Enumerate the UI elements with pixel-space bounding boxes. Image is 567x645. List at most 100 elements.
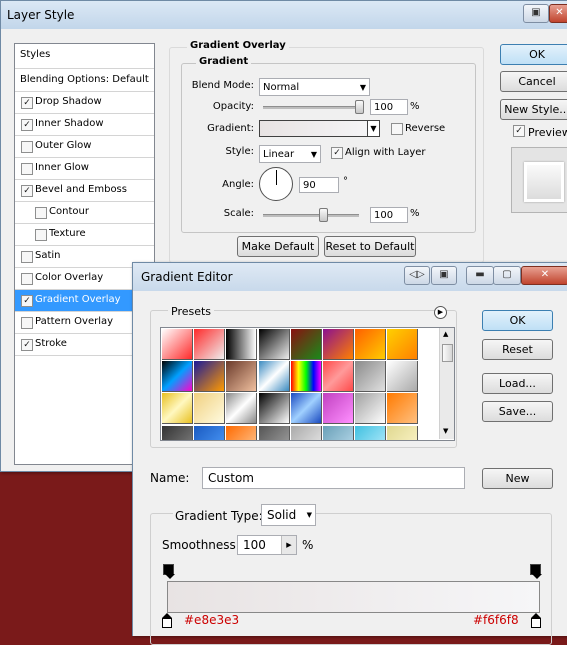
color-stop-left[interactable] <box>162 613 172 628</box>
style-item[interactable]: Texture <box>15 224 154 246</box>
preset-swatch[interactable] <box>323 361 354 393</box>
close-icon[interactable]: ✕ <box>549 4 567 23</box>
preset-swatch[interactable] <box>162 425 193 440</box>
style-item[interactable]: Outer Glow <box>15 136 154 158</box>
preset-swatch[interactable] <box>355 393 387 425</box>
preset-swatch[interactable] <box>387 329 419 360</box>
window-options-icon[interactable]: ▣ <box>523 4 549 23</box>
preset-swatch[interactable] <box>290 361 322 393</box>
preview-checkbox[interactable]: ✓ <box>513 125 525 137</box>
new-style-button[interactable]: New Style... <box>500 99 567 120</box>
style-item[interactable]: ✓ Inner Shadow <box>15 114 154 136</box>
preset-swatch[interactable] <box>226 329 258 360</box>
preset-swatch[interactable] <box>194 425 226 440</box>
styles-header[interactable]: Styles <box>15 44 154 69</box>
gradient-picker[interactable]: ▼ <box>259 120 380 137</box>
cancel-button[interactable]: Cancel <box>500 71 567 92</box>
style-item[interactable]: ✓ Bevel and Emboss <box>15 180 154 202</box>
preset-swatch[interactable] <box>323 329 354 360</box>
minimize-icon[interactable]: ▬ <box>466 266 494 285</box>
style-item[interactable]: ✓ Drop Shadow <box>15 92 154 114</box>
style-item-checkbox[interactable] <box>21 163 33 175</box>
stepper-arrow-icon[interactable]: ▶ <box>281 536 296 554</box>
style-item-checkbox[interactable] <box>35 207 47 219</box>
opacity-input[interactable]: 100 <box>370 99 408 115</box>
preset-swatch[interactable] <box>387 361 419 393</box>
opacity-slider-track[interactable] <box>263 106 361 109</box>
preset-swatch[interactable] <box>194 393 226 425</box>
style-item-checkbox[interactable]: ✓ <box>21 339 33 351</box>
style-item-checkbox[interactable] <box>21 251 33 263</box>
preset-swatch[interactable] <box>226 361 258 393</box>
blend-mode-select[interactable]: Normal ▼ <box>259 78 370 96</box>
style-item[interactable]: Inner Glow <box>15 158 154 180</box>
gradient-ok-button[interactable]: OK <box>482 310 553 331</box>
preset-swatch[interactable] <box>355 329 387 360</box>
style-item-checkbox[interactable]: ✓ <box>21 119 33 131</box>
preset-swatch[interactable] <box>258 393 290 425</box>
close-icon[interactable]: ✕ <box>521 266 567 285</box>
preset-swatch[interactable] <box>226 393 258 425</box>
style-item-checkbox[interactable]: ✓ <box>21 185 33 197</box>
gradient-save-button[interactable]: Save... <box>482 401 553 422</box>
preset-swatch[interactable] <box>323 393 354 425</box>
preset-swatch[interactable] <box>162 393 193 425</box>
gradient-type-select[interactable]: Solid ▼ <box>261 504 316 526</box>
make-default-button[interactable]: Make Default <box>237 236 319 257</box>
style-item-checkbox[interactable] <box>21 317 33 329</box>
maximize-icon[interactable]: ▢ <box>493 266 521 285</box>
blending-options-item[interactable]: Blending Options: Default <box>15 69 154 92</box>
angle-input[interactable]: 90 <box>299 177 339 193</box>
preset-swatch[interactable] <box>355 425 387 440</box>
name-input[interactable]: Custom <box>202 467 465 489</box>
preset-swatch[interactable] <box>258 361 290 393</box>
preset-swatch[interactable] <box>162 329 193 360</box>
preset-swatch[interactable] <box>194 361 226 393</box>
swap-icon[interactable]: ◁▷ <box>404 266 430 285</box>
preset-swatch[interactable] <box>258 425 290 440</box>
color-stop-right[interactable] <box>531 613 541 628</box>
scale-slider-thumb[interactable] <box>319 208 328 222</box>
right-stop-color-annotation: #f6f6f8 <box>473 613 519 627</box>
presets-menu-icon[interactable]: ▶ <box>434 306 447 319</box>
align-checkbox[interactable]: ✓ <box>331 147 343 159</box>
gradient-preview-bar[interactable] <box>167 581 540 613</box>
style-item-label: Texture <box>49 228 86 239</box>
preset-swatch[interactable] <box>355 361 387 393</box>
style-item-checkbox[interactable]: ✓ <box>21 295 33 307</box>
style-item-checkbox[interactable]: ✓ <box>21 97 33 109</box>
preset-swatch[interactable] <box>162 361 193 393</box>
preset-swatch[interactable] <box>387 393 419 425</box>
scroll-up-icon[interactable]: ▲ <box>443 330 448 338</box>
preset-swatch[interactable] <box>226 425 258 440</box>
scrollbar-thumb[interactable] <box>442 344 453 362</box>
style-item[interactable]: Contour <box>15 202 154 224</box>
style-item-checkbox[interactable] <box>21 273 33 285</box>
preset-swatch[interactable] <box>290 329 322 360</box>
preset-swatch[interactable] <box>290 393 322 425</box>
smoothness-input[interactable]: 100 ▶ <box>237 535 297 555</box>
preset-swatch[interactable] <box>258 329 290 360</box>
angle-dial[interactable] <box>259 167 293 201</box>
gradient-editor-titlebar[interactable]: Gradient Editor ◁▷ ▣ ▬ ▢ ✕ <box>133 263 567 291</box>
scale-input[interactable]: 100 <box>370 207 408 223</box>
ok-button[interactable]: OK <box>500 44 567 65</box>
style-item-checkbox[interactable] <box>35 229 47 241</box>
style-item-checkbox[interactable] <box>21 141 33 153</box>
reset-to-default-button[interactable]: Reset to Default <box>324 236 416 257</box>
presets-scrollbar[interactable]: ▲ ▼ <box>439 328 454 439</box>
preset-swatch[interactable] <box>194 329 226 360</box>
gradient-reset-button[interactable]: Reset <box>482 339 553 360</box>
preset-swatch[interactable] <box>387 425 419 440</box>
opacity-slider-thumb[interactable] <box>355 100 364 114</box>
scale-slider-track[interactable] <box>263 214 359 217</box>
preset-swatch[interactable] <box>323 425 354 440</box>
reverse-checkbox[interactable] <box>391 123 403 135</box>
style-select[interactable]: Linear ▼ <box>259 145 321 163</box>
preset-swatch[interactable] <box>290 425 322 440</box>
window-options-icon[interactable]: ▣ <box>431 266 457 285</box>
scroll-down-icon[interactable]: ▼ <box>443 427 448 435</box>
new-gradient-button[interactable]: New <box>482 468 553 489</box>
gradient-load-button[interactable]: Load... <box>482 373 553 394</box>
layer-style-titlebar[interactable]: Layer Style ▣ ✕ <box>1 1 567 29</box>
